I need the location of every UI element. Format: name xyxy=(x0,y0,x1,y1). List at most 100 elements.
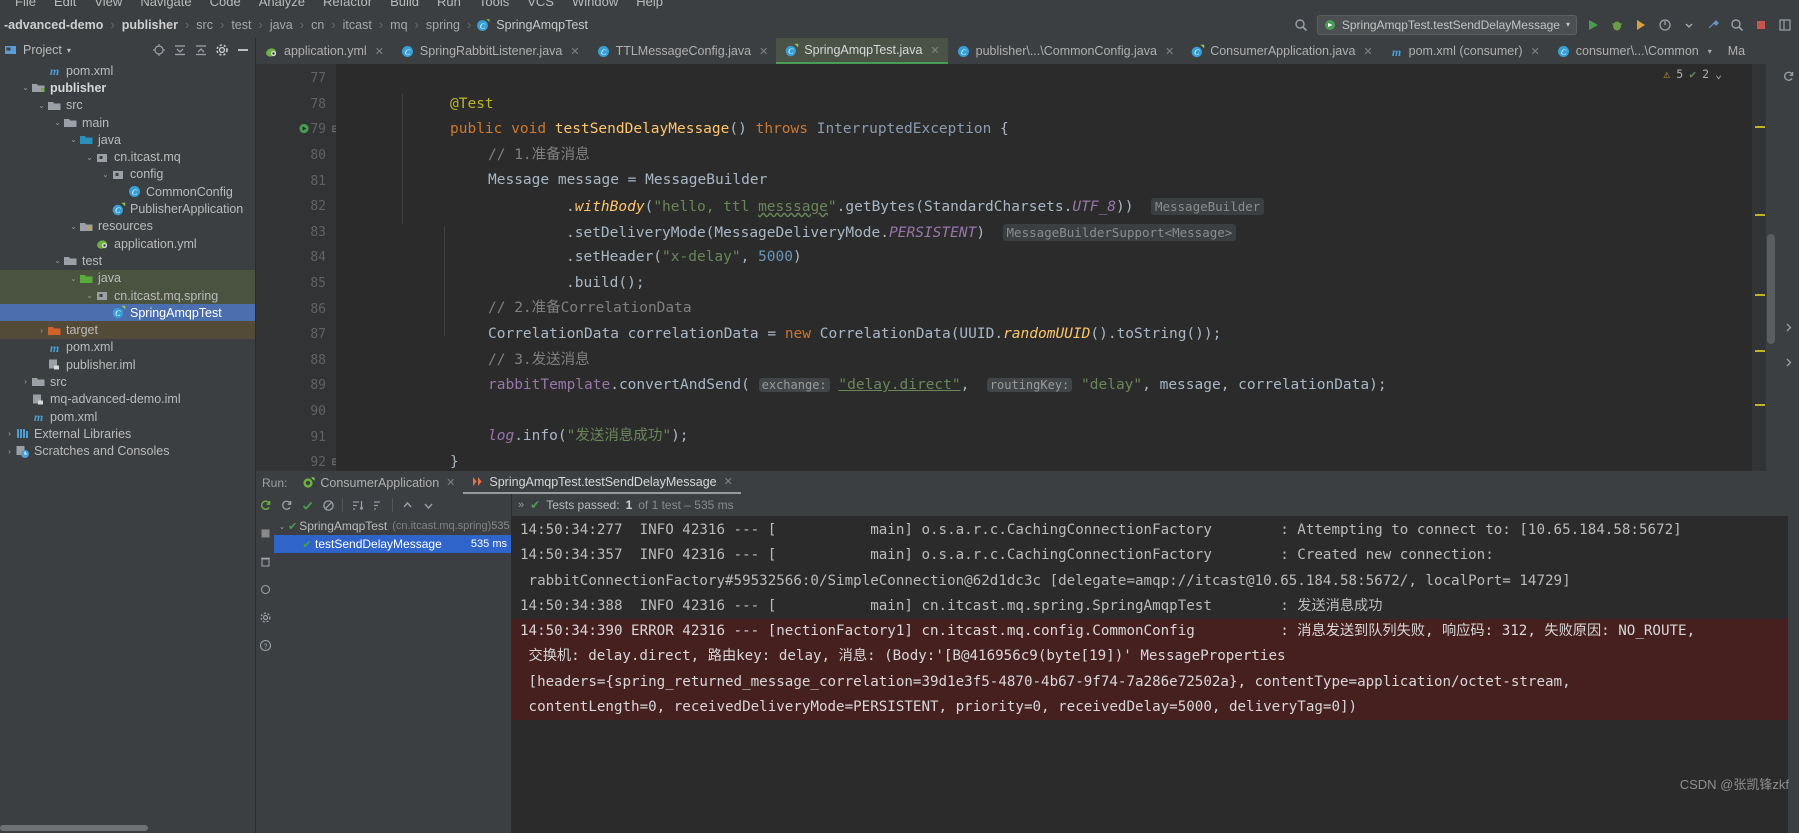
gutter-line-85[interactable]: 85 xyxy=(256,271,336,297)
tree-item-target[interactable]: › target xyxy=(0,321,255,339)
menu-item-analyze[interactable]: Analyze xyxy=(250,0,314,8)
show-ignored-icon[interactable] xyxy=(321,498,335,512)
expand-all-icon[interactable] xyxy=(193,42,209,58)
tree-expand-arrow[interactable]: › xyxy=(4,447,15,456)
menu-item-view[interactable]: View xyxy=(85,0,131,8)
gutter-line-77[interactable]: 77 xyxy=(256,66,336,92)
breadcrumb-item-test[interactable]: test xyxy=(229,18,253,32)
expand-chevron-icon[interactable]: » xyxy=(518,499,524,511)
tree-item-pom-xml[interactable]: ›mpom.xml xyxy=(0,408,255,425)
tree-expand-arrow[interactable]: ⌄ xyxy=(68,274,79,283)
console-scrollbar[interactable] xyxy=(1788,516,1799,833)
breadcrumb-item-publisher[interactable]: publisher xyxy=(120,18,180,32)
tree-expand-arrow[interactable]: › xyxy=(20,377,31,386)
menu-item-code[interactable]: Code xyxy=(201,0,250,8)
tree-item-resources[interactable]: ⌄ resources xyxy=(0,218,255,235)
tree-item-publisher[interactable]: ⌄ publisher xyxy=(0,79,255,96)
close-icon[interactable]: ✕ xyxy=(375,45,384,58)
scrollbar-thumb[interactable] xyxy=(0,825,148,831)
editor-tab-pom-xml-consumer[interactable]: m pom.xml (consumer) ✕ xyxy=(1381,38,1548,64)
gutter-line-82[interactable]: 82 xyxy=(256,194,336,220)
tree-expand-arrow[interactable]: ⌄ xyxy=(276,522,288,531)
tree-item-commonconfig[interactable]: ›CCommonConfig xyxy=(0,183,255,200)
test-tree-item-springamqptest[interactable]: ⌄ ✔ SpringAmqpTest (cn.itcast.mq.spring) 535… xyxy=(274,517,528,535)
stop-icon[interactable] xyxy=(258,526,273,541)
rerun-icon[interactable] xyxy=(258,498,273,513)
close-icon[interactable]: ✕ xyxy=(759,45,768,58)
collapse-all-icon[interactable] xyxy=(172,42,188,58)
run-configuration-selector[interactable]: SpringAmqpTest.testSendDelayMessage ▾ xyxy=(1316,14,1577,35)
close-icon[interactable]: ✕ xyxy=(930,44,939,57)
pin-icon[interactable] xyxy=(258,582,273,597)
tree-item-config[interactable]: ⌄ config xyxy=(0,166,255,183)
tree-item-java[interactable]: ⌄ java xyxy=(0,269,255,287)
scrollbar-thumb[interactable] xyxy=(1767,234,1775,344)
tree-item-external-libraries[interactable]: › External Libraries xyxy=(0,425,255,442)
search-everywhere-icon[interactable] xyxy=(1293,16,1310,33)
gutter-line-86[interactable]: 86 xyxy=(256,296,336,322)
tree-item-springamqptest[interactable]: ›CSpringAmqpTest xyxy=(0,304,255,322)
console-output[interactable]: 14:50:34:277 INFO 42316 --- [ main] o.s.… xyxy=(512,516,1788,833)
menu-item-edit[interactable]: Edit xyxy=(45,0,85,8)
breadcrumb-item-mq[interactable]: mq xyxy=(388,18,409,32)
tree-expand-arrow[interactable]: ⌄ xyxy=(84,153,95,162)
tree-item-publisherapplication[interactable]: ›CPublisherApplication xyxy=(0,200,255,217)
breadcrumb-item-java[interactable]: java xyxy=(268,18,295,32)
gutter-line-92[interactable]: ⊟92 xyxy=(256,450,340,476)
menu-item-window[interactable]: Window xyxy=(563,0,627,8)
gutter-line-80[interactable]: 80 xyxy=(256,143,336,169)
chevron-down-icon[interactable]: ▾ xyxy=(67,46,71,55)
tree-item-pom-xml[interactable]: ›mpom.xml xyxy=(0,339,255,356)
layout-icon[interactable] xyxy=(1776,16,1793,33)
gutter-line-90[interactable]: 90 xyxy=(256,399,336,425)
close-icon[interactable]: ✕ xyxy=(1531,45,1540,58)
breadcrumb-item-project[interactable]: -advanced-demo xyxy=(2,18,105,32)
rerun-tests-icon[interactable] xyxy=(279,498,293,512)
editor-tab-consumer-common[interactable]: Cconsumer\...\Common ▾ xyxy=(1548,38,1720,64)
refresh-icon[interactable] xyxy=(1780,68,1796,84)
close-icon[interactable]: ✕ xyxy=(1363,45,1372,58)
next-failed-icon[interactable] xyxy=(421,498,435,512)
test-tree[interactable]: ⌄ ✔ SpringAmqpTest (cn.itcast.mq.spring) 535… xyxy=(274,516,528,833)
project-tree[interactable]: ›mpom.xml⌄publisher⌄src⌄main⌄java⌄cn.itc… xyxy=(0,62,255,824)
tree-item-cn-itcast-mq[interactable]: ⌄ cn.itcast.mq xyxy=(0,148,255,165)
chevron-down-icon[interactable]: ▾ xyxy=(1566,20,1570,29)
tree-item-src[interactable]: ⌄ src xyxy=(0,97,255,114)
tree-item-publisher-iml[interactable]: ›publisher.iml xyxy=(0,356,255,373)
expand-right-icon[interactable] xyxy=(1780,354,1796,370)
editor-gutter[interactable]: 7778⊟79808182838485868788899091⊟92 xyxy=(256,64,340,471)
close-icon[interactable]: ✕ xyxy=(446,476,455,489)
chevron-down-icon[interactable]: ⌄ xyxy=(1715,67,1722,81)
stop-icon[interactable] xyxy=(1752,16,1769,33)
breadcrumb-item-class[interactable]: SpringAmqpTest xyxy=(494,18,590,32)
tree-item-cn-itcast-mq-spring[interactable]: ⌄ cn.itcast.mq.spring xyxy=(0,286,255,305)
gutter-line-84[interactable]: 84 xyxy=(256,245,336,271)
settings-icon[interactable] xyxy=(258,610,273,625)
chevron-down-icon[interactable] xyxy=(1680,16,1697,33)
tree-item-pom-xml[interactable]: ›mpom.xml xyxy=(0,62,255,79)
menu-item-refactor[interactable]: Refactor xyxy=(314,0,381,8)
sort-duration-icon[interactable] xyxy=(371,498,385,512)
menu-item-build[interactable]: Build xyxy=(381,0,428,8)
breadcrumb-item-itcast[interactable]: itcast xyxy=(341,18,374,32)
tree-item-main[interactable]: ⌄ main xyxy=(0,114,255,131)
tree-expand-arrow[interactable]: ⌄ xyxy=(84,291,95,300)
editor-tab-springrabbitlistener-java[interactable]: C SpringRabbitListener.java ✕ xyxy=(392,38,588,64)
trash-icon[interactable] xyxy=(258,554,273,569)
breadcrumb-item-src[interactable]: src xyxy=(194,18,215,32)
gutter-line-89[interactable]: 89 xyxy=(256,373,336,399)
run-with-coverage-icon[interactable] xyxy=(1632,16,1649,33)
breadcrumb-item-cn[interactable]: cn xyxy=(309,18,326,32)
tree-item-application-yml[interactable]: ›application.yml xyxy=(0,235,255,252)
editor-tab-ma[interactable]: Ma xyxy=(1720,38,1753,64)
close-icon[interactable]: ✕ xyxy=(570,45,579,58)
tree-expand-arrow[interactable]: ⌄ xyxy=(20,83,31,92)
gutter-line-79[interactable]: ⊟79 xyxy=(256,117,340,143)
inspection-widget[interactable]: ⚠ 5 ✔ 2 ⌄ xyxy=(1663,67,1722,81)
hide-icon[interactable] xyxy=(235,42,251,58)
run-tab-springamqptest[interactable]: SpringAmqpTest.testSendDelayMessage ✕ xyxy=(463,471,741,494)
build-icon[interactable] xyxy=(1704,16,1721,33)
run-icon[interactable] xyxy=(1584,16,1601,33)
run-test-gutter-icon[interactable] xyxy=(298,122,311,138)
gutter-line-91[interactable]: 91 xyxy=(256,424,336,450)
